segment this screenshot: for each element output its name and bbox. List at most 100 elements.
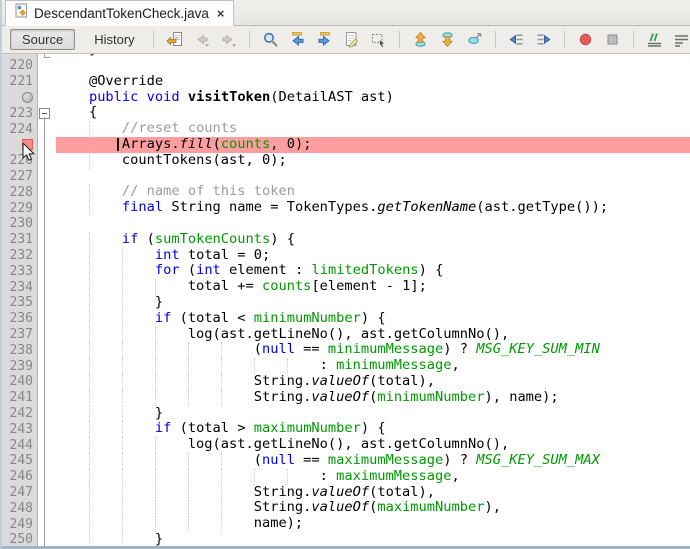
code-text[interactable]: } [56,532,690,546]
line-number-gutter[interactable]: 247 [2,485,38,501]
line-number-gutter[interactable]: 243 [2,421,38,437]
code-token: String. [254,373,312,389]
code-token: ), [484,499,500,515]
code-text[interactable]: final String name = TokenTypes.getTokenN… [56,200,690,216]
line-number-gutter[interactable]: 239 [2,358,38,374]
code-text[interactable]: if (sumTokenCounts) { [56,232,690,248]
code-text[interactable]: } [56,295,690,311]
indent-guide [155,342,188,358]
forward-icon[interactable] [217,29,240,51]
code-token: name); [254,515,303,531]
line-number-gutter[interactable] [2,90,38,106]
code-line: 244 log(ast.getLineNo(), ast.getColumnNo(… [2,437,690,453]
code-token: maximumNumber [377,499,484,515]
code-editor[interactable]: 219}220221@Overridepublic void visitToke… [2,54,690,546]
stop-macro-recording-icon[interactable] [601,29,624,51]
code-text[interactable] [56,58,690,74]
toggle-highlight-search-icon[interactable] [340,29,363,51]
indent-guide [122,390,155,406]
line-number-gutter[interactable]: 248 [2,500,38,516]
line-number-gutter[interactable]: 224 [2,121,38,137]
code-text[interactable]: name); [56,516,690,532]
code-line: 241 String.valueOf(minimumNumber), name); [2,390,690,406]
next-bookmark-icon[interactable] [436,29,459,51]
comment-icon[interactable] [643,29,666,51]
shift-line-right-icon[interactable] [532,29,555,51]
line-number-gutter[interactable]: 232 [2,248,38,264]
code-token: (DetailAST ast) [270,89,394,105]
code-text[interactable]: String.valueOf(total), [56,485,690,501]
find-selection-icon[interactable] [259,29,282,51]
line-number-gutter[interactable]: 249 [2,516,38,532]
line-number-gutter[interactable]: 240 [2,374,38,390]
code-token: == [295,341,328,357]
line-number-gutter[interactable]: 231 [2,232,38,248]
code-text[interactable]: } [56,406,690,422]
code-text[interactable]: countTokens(ast, 0); [56,153,690,169]
code-text[interactable]: : minimumMessage, [56,358,690,374]
code-text[interactable]: String.valueOf(total), [56,374,690,390]
code-text[interactable]: //reset counts [56,121,690,137]
line-number-gutter[interactable]: 238 [2,342,38,358]
code-text[interactable]: int total = 0; [56,248,690,264]
line-number-gutter[interactable]: 220 [2,58,38,74]
rectangular-selection-icon[interactable] [367,29,390,51]
line-number-gutter[interactable]: 237 [2,327,38,343]
previous-bookmark-icon[interactable] [409,29,432,51]
back-icon[interactable] [190,29,213,51]
code-text[interactable]: if (total > maximumNumber) { [56,421,690,437]
start-macro-recording-icon[interactable] [574,29,597,51]
fold-margin [38,437,56,453]
line-number-gutter[interactable]: 223 [2,105,38,121]
code-text[interactable] [56,169,690,185]
code-text[interactable]: total += counts[element - 1]; [56,279,690,295]
indent-guide [89,358,122,374]
code-text[interactable]: // name of this token [56,184,690,200]
indent-guide [89,153,122,169]
line-number-gutter[interactable]: 236 [2,311,38,327]
line-number-gutter[interactable]: 221 [2,74,38,90]
fold-margin [38,421,56,437]
tab-descendanttokencheck-java[interactable]: DescendantTokenCheck.java × [5,0,234,26]
indent-guide [188,485,221,501]
line-number-gutter[interactable]: 234 [2,279,38,295]
fold-margin [38,263,56,279]
source-view-button[interactable]: Source [10,29,75,50]
line-number-gutter[interactable]: 235 [2,295,38,311]
code-text[interactable]: : maximumMessage, [56,469,690,485]
uncomment-icon[interactable] [670,29,690,51]
line-number-gutter[interactable]: 229 [2,200,38,216]
line-number-gutter[interactable]: 245 [2,453,38,469]
code-text[interactable]: String.valueOf(minimumNumber), name); [56,390,690,406]
code-text[interactable]: Arrays.fill(counts, 0); [56,137,690,153]
code-text[interactable]: @Override [56,74,690,90]
line-number-gutter[interactable]: 227 [2,169,38,185]
line-number-gutter[interactable]: 230 [2,216,38,232]
code-text[interactable]: String.valueOf(maximumNumber), [56,500,690,516]
find-next-icon[interactable] [313,29,336,51]
line-number-gutter[interactable]: 246 [2,469,38,485]
indent-guide [89,279,122,295]
shift-line-left-icon[interactable] [505,29,528,51]
line-number-gutter[interactable]: 244 [2,437,38,453]
code-text[interactable]: for (int element : limitedTokens) { [56,263,690,279]
find-previous-icon[interactable] [286,29,309,51]
line-number-gutter[interactable]: 250 [2,532,38,546]
code-text[interactable]: (null == maximumMessage) ? MSG_KEY_SUM_M… [56,453,690,469]
history-view-button[interactable]: History [83,30,145,49]
code-text[interactable]: log(ast.getLineNo(), ast.getColumnNo(), [56,437,690,453]
line-number-gutter[interactable]: 228 [2,184,38,200]
tab-close-button[interactable]: × [215,6,225,21]
line-number-gutter[interactable]: 233 [2,263,38,279]
line-number-gutter[interactable]: 241 [2,390,38,406]
code-text[interactable]: public void visitToken(DetailAST ast) [56,90,690,106]
line-number-gutter[interactable]: 242 [2,406,38,422]
code-text[interactable]: if (total < minimumNumber) { [56,311,690,327]
toggle-bookmark-icon[interactable] [463,29,486,51]
code-text[interactable]: (null == minimumMessage) ? MSG_KEY_SUM_M… [56,342,690,358]
code-text[interactable]: log(ast.getLineNo(), ast.getColumnNo(), [56,327,690,343]
last-edit-location-icon[interactable] [163,29,186,51]
code-text[interactable] [56,216,690,232]
code-token: (total > [171,420,253,436]
code-text[interactable]: { [56,105,690,121]
